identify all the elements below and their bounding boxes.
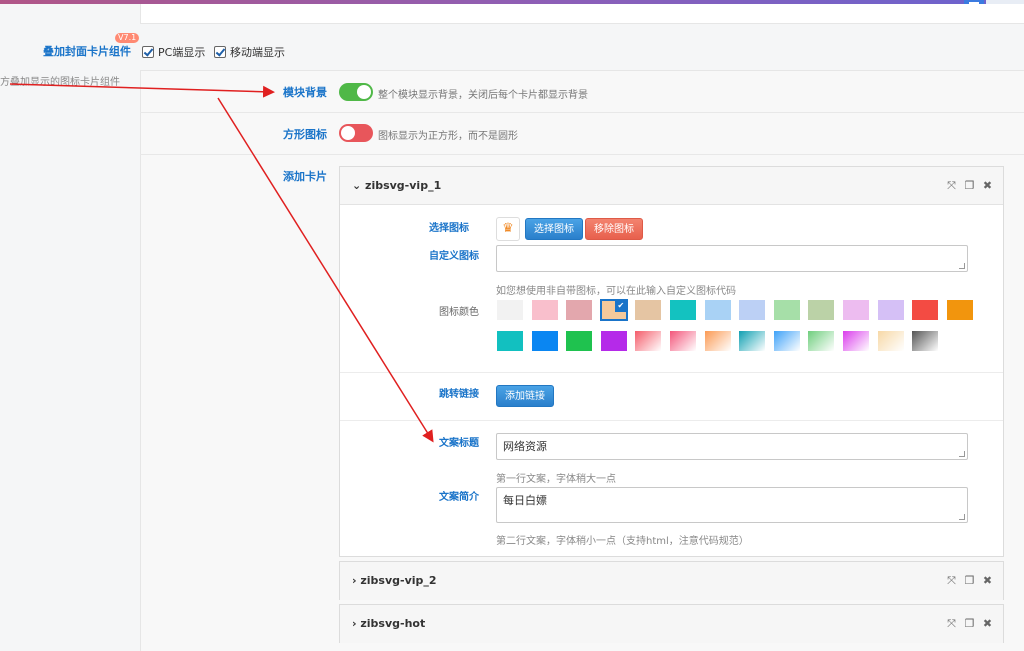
color-swatch[interactable] bbox=[807, 330, 836, 352]
color-swatch[interactable] bbox=[842, 330, 870, 352]
copy-icon[interactable]: ❐ bbox=[964, 617, 975, 631]
title-input[interactable]: 网络资源 bbox=[496, 433, 968, 460]
close-icon[interactable]: ✖ bbox=[982, 179, 993, 193]
add-card-label: 添加卡片 bbox=[283, 170, 327, 183]
color-swatch[interactable] bbox=[634, 299, 663, 321]
divider bbox=[140, 112, 1024, 113]
checkbox-checked-icon bbox=[142, 46, 154, 58]
color-swatch[interactable] bbox=[911, 330, 940, 352]
divider bbox=[140, 154, 1024, 155]
color-swatch[interactable] bbox=[876, 330, 905, 352]
color-swatch[interactable] bbox=[738, 330, 767, 352]
color-swatch[interactable] bbox=[703, 299, 732, 321]
select-icon-button[interactable]: 选择图标 bbox=[525, 218, 583, 240]
link-label: 跳转链接 bbox=[439, 389, 479, 400]
color-swatch[interactable] bbox=[496, 330, 524, 352]
icon-color-label: 图标颜色 bbox=[439, 307, 479, 318]
crown-icon: ♛ bbox=[496, 217, 520, 241]
module-bg-description: 整个模块显示背景，关闭后每个卡片都显示背景 bbox=[378, 90, 588, 101]
close-icon[interactable]: ✖ bbox=[982, 574, 993, 588]
copy-icon[interactable]: ❐ bbox=[964, 179, 975, 193]
color-swatch[interactable] bbox=[634, 330, 663, 352]
expand-icon[interactable]: ⤧ bbox=[946, 574, 957, 588]
top-panel bbox=[140, 4, 1024, 24]
color-swatch[interactable] bbox=[945, 299, 974, 321]
color-swatch[interactable] bbox=[669, 299, 697, 321]
check-icon: ✔ bbox=[614, 300, 627, 312]
card-title: › zibsvg-vip_2 bbox=[352, 574, 437, 587]
chevron-down-icon: ⌄ bbox=[352, 179, 366, 192]
color-swatch[interactable] bbox=[669, 330, 697, 352]
close-icon[interactable]: ✖ bbox=[982, 617, 993, 631]
divider bbox=[340, 372, 1003, 373]
custom-icon-label: 自定义图标 bbox=[429, 251, 479, 262]
title-label: 文案标题 bbox=[439, 438, 479, 449]
icon-select-label: 选择图标 bbox=[429, 223, 469, 234]
color-swatch[interactable] bbox=[772, 299, 801, 321]
color-swatch[interactable] bbox=[807, 299, 836, 321]
pc-display-checkbox[interactable]: PC端显示 bbox=[142, 44, 205, 60]
add-link-button[interactable]: 添加链接 bbox=[496, 385, 554, 407]
card-header[interactable]: ⌄ zibsvg-vip_1 ⤧ ❐ ✖ bbox=[340, 167, 1003, 205]
card-title: ⌄ zibsvg-vip_1 bbox=[352, 179, 442, 192]
color-swatch[interactable] bbox=[842, 299, 870, 321]
section-label: 叠加封面卡片组件 bbox=[43, 45, 131, 58]
section-side-description: 方叠加显示的图标卡片组件 bbox=[0, 77, 120, 88]
color-swatch[interactable] bbox=[911, 299, 940, 321]
color-swatch[interactable] bbox=[496, 299, 524, 321]
remove-icon-button[interactable]: 移除图标 bbox=[585, 218, 643, 240]
mobile-display-label: 移动端显示 bbox=[230, 46, 285, 59]
color-swatch[interactable] bbox=[565, 299, 594, 321]
color-swatch[interactable] bbox=[530, 330, 559, 352]
card-title: › zibsvg-hot bbox=[352, 617, 426, 630]
card-header[interactable]: › zibsvg-vip_2 ⤧ ❐ ✖ bbox=[340, 562, 1003, 600]
toggle-knob bbox=[357, 85, 371, 99]
square-icon-label: 方形图标 bbox=[283, 128, 327, 141]
version-badge: V7.1 bbox=[115, 33, 140, 43]
card-zibsvg-vip-2[interactable]: › zibsvg-vip_2 ⤧ ❐ ✖ bbox=[339, 561, 1004, 600]
square-icon-description: 图标显示为正方形，而不是圆形 bbox=[378, 131, 518, 142]
square-icon-toggle[interactable] bbox=[339, 124, 373, 142]
color-swatch[interactable] bbox=[599, 330, 628, 352]
pc-display-label: PC端显示 bbox=[158, 46, 206, 59]
card-zibsvg-vip-1: ⌄ zibsvg-vip_1 ⤧ ❐ ✖ 选择图标 ♛ 选择图标 移除图标 自定… bbox=[339, 166, 1004, 557]
color-swatch[interactable] bbox=[738, 299, 767, 321]
toggle-knob bbox=[341, 126, 355, 140]
subtitle-hint: 第二行文案，字体稍小一点（支持html，注意代码规范） bbox=[496, 536, 749, 547]
copy-icon[interactable]: ❐ bbox=[964, 574, 975, 588]
custom-icon-hint: 如您想使用非自带图标，可以在此输入自定义图标代码 bbox=[496, 286, 736, 297]
color-swatch[interactable] bbox=[530, 299, 559, 321]
module-bg-label: 模块背景 bbox=[283, 86, 327, 99]
subtitle-label: 文案简介 bbox=[439, 492, 479, 503]
color-swatch[interactable] bbox=[565, 330, 594, 352]
custom-icon-input[interactable] bbox=[496, 245, 968, 272]
color-swatch[interactable] bbox=[703, 330, 732, 352]
card-tools: ⤧ ❐ ✖ bbox=[946, 574, 993, 588]
expand-icon[interactable]: ⤧ bbox=[946, 617, 957, 631]
mobile-display-checkbox[interactable]: 移动端显示 bbox=[214, 44, 285, 60]
checkbox-checked-icon bbox=[214, 46, 226, 58]
card-tools: ⤧ ❐ ✖ bbox=[946, 179, 993, 193]
card-zibsvg-hot[interactable]: › zibsvg-hot ⤧ ❐ ✖ bbox=[339, 604, 1004, 643]
divider bbox=[340, 420, 1003, 421]
card-tools: ⤧ ❐ ✖ bbox=[946, 617, 993, 631]
title-hint: 第一行文案，字体稍大一点 bbox=[496, 474, 616, 485]
module-bg-toggle[interactable] bbox=[339, 83, 373, 101]
color-swatch[interactable]: ✔ bbox=[599, 299, 628, 321]
expand-icon[interactable]: ⤧ bbox=[946, 179, 957, 193]
color-swatch[interactable] bbox=[772, 330, 801, 352]
subtitle-input[interactable]: 每日白嫖 bbox=[496, 487, 968, 523]
color-swatch[interactable] bbox=[876, 299, 905, 321]
card-header[interactable]: › zibsvg-hot ⤧ ❐ ✖ bbox=[340, 605, 1003, 643]
